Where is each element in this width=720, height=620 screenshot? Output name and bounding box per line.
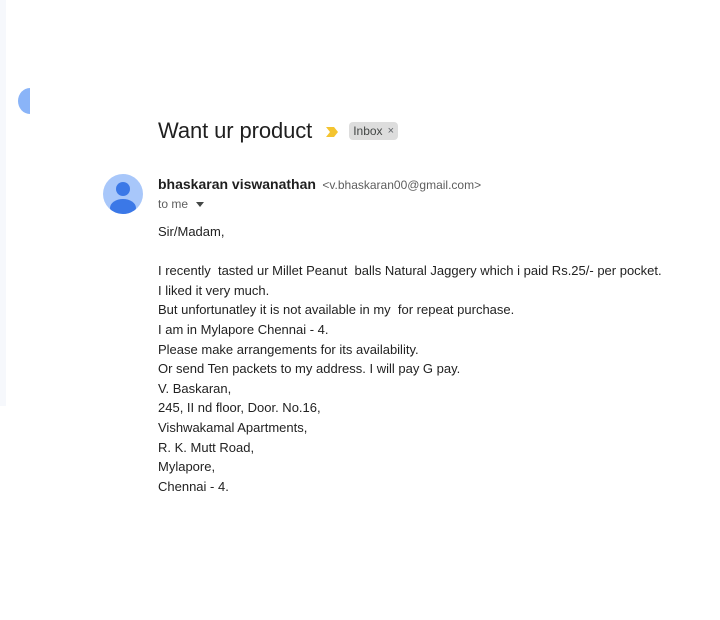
email-view: Want ur product Inbox × bhaskaran viswan… (0, 0, 720, 620)
subject-row: Want ur product Inbox × (158, 118, 398, 144)
label-text: Inbox (353, 124, 383, 138)
sender-email: <v.bhaskaran00@gmail.com> (322, 178, 482, 192)
email-body-line: I recently tasted ur Millet Peanut balls… (158, 263, 662, 279)
email-body-line: Or send Ten packets to my address. I wil… (158, 361, 461, 377)
email-body-line: Sir/Madam, (158, 224, 225, 239)
sidebar-edge (0, 0, 6, 406)
compose-button-edge[interactable] (18, 88, 30, 114)
email-body-line: Please make arrangements for its availab… (158, 341, 419, 357)
importance-marker-icon[interactable] (326, 125, 339, 137)
email-body-line: V. Baskaran, (158, 380, 232, 396)
email-body: Sir/Madam, I recently tasted ur Millet Pe… (158, 222, 662, 496)
email-body-line: But unfortunatley it is not available in… (158, 302, 515, 318)
email-subject: Want ur product (158, 118, 313, 143)
sender-name[interactable]: bhaskaran viswanathan (158, 176, 316, 192)
email-body-line (158, 242, 662, 262)
person-avatar-icon[interactable] (103, 174, 143, 214)
email-body-line: Mylapore, (158, 459, 216, 475)
inbox-label-chip[interactable]: Inbox × (349, 122, 398, 140)
email-body-line: I liked it very much. (158, 282, 270, 298)
email-body-line: I am in Mylapore Chennai - 4. (158, 321, 329, 337)
sender-row: bhaskaran viswanathan <v.bhaskaran00@gma… (158, 176, 481, 194)
email-body-line: R. K. Mutt Road, (158, 439, 255, 455)
email-body-line: Chennai - 4. (158, 478, 229, 494)
email-body-line: Vishwakamal Apartments, (158, 419, 308, 435)
recipient-label: to me (158, 197, 189, 211)
chevron-down-icon[interactable] (196, 201, 205, 207)
recipient-details-toggle[interactable]: to me (158, 197, 205, 211)
email-body-line: 245, II nd floor, Door. No.16, (158, 400, 321, 416)
remove-label-icon[interactable]: × (388, 124, 394, 138)
